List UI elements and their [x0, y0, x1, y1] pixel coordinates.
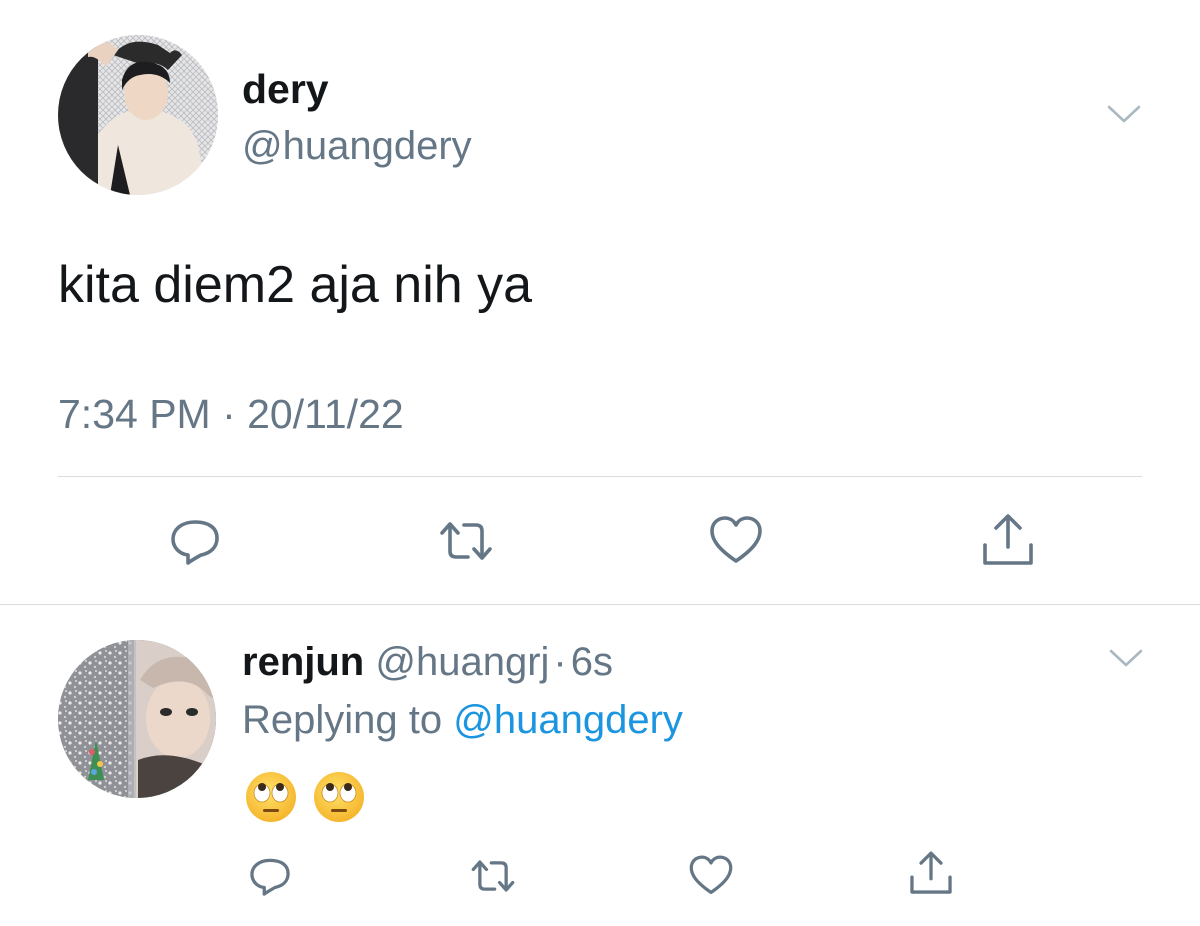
tweet-text: kita diem2 aja nih ya	[58, 256, 533, 314]
reply-header: renjun @huangrj · 6s	[242, 636, 613, 688]
avatar-photo	[58, 640, 216, 798]
user-handle[interactable]: @huangdery	[242, 121, 472, 171]
retweet-icon[interactable]	[436, 512, 496, 570]
share-icon[interactable]	[906, 848, 956, 898]
face-with-rolling-eyes-emoji	[246, 772, 296, 822]
divider	[0, 604, 1200, 605]
separator-dot: ·	[553, 640, 567, 684]
display-name[interactable]: dery	[242, 64, 329, 114]
face-with-rolling-eyes-emoji	[314, 772, 364, 822]
reply-icon[interactable]	[166, 512, 224, 570]
share-icon[interactable]	[978, 510, 1038, 570]
chevron-down-icon[interactable]	[1106, 102, 1142, 126]
chevron-down-icon[interactable]	[1108, 646, 1144, 670]
reply-text	[244, 770, 366, 826]
replying-to-line: Replying to @huangdery	[242, 694, 683, 746]
retweet-icon[interactable]	[468, 852, 518, 900]
replying-prefix: Replying to	[242, 698, 443, 742]
mention-link[interactable]: @huangdery	[453, 698, 683, 742]
divider	[58, 476, 1142, 477]
like-icon[interactable]	[686, 852, 736, 900]
reply-icon[interactable]	[246, 852, 294, 900]
user-handle[interactable]: @huangrj	[375, 640, 549, 684]
tweet-timestamp[interactable]: 7:34 PM · 20/11/22	[58, 389, 404, 439]
like-icon[interactable]	[706, 512, 766, 570]
tweet-age[interactable]: 6s	[571, 640, 613, 684]
avatar[interactable]	[58, 640, 216, 798]
display-name[interactable]: renjun	[242, 640, 364, 684]
avatar[interactable]	[58, 35, 218, 195]
avatar-photo	[58, 35, 218, 195]
